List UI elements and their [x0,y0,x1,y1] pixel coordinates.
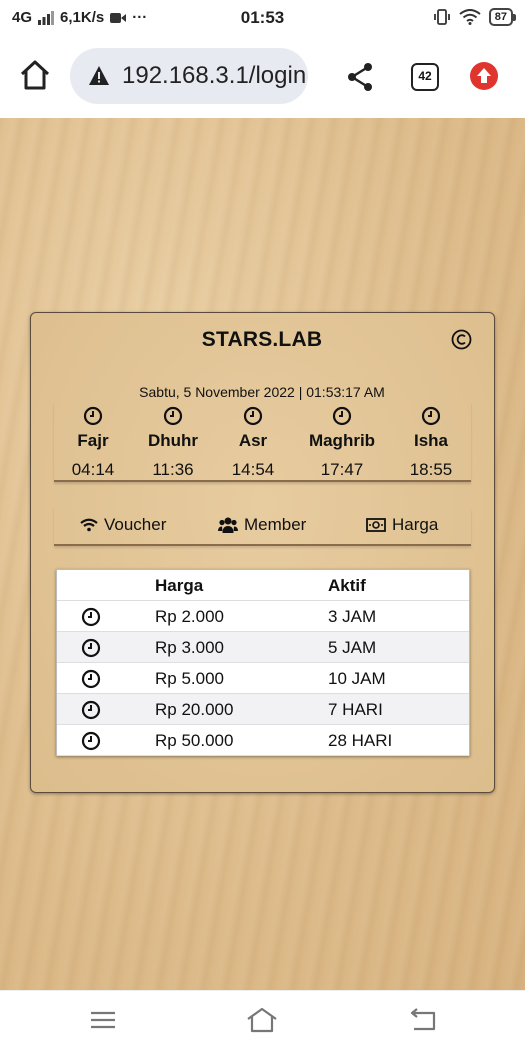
table-row: Rp 20.000 7 HARI [57,694,469,725]
clock-icon [332,406,352,426]
back-icon[interactable] [406,1005,438,1035]
prayer-time: 11:36 [152,460,194,479]
clock-icon [81,731,101,751]
row-aktif: 3 JAM [328,607,377,626]
prayer-time: 18:55 [409,460,453,479]
voucher-tab[interactable]: Voucher [80,515,166,535]
prayer-fajr: Fajr 04:14 [53,402,133,480]
clock-icon [81,669,101,689]
status-bar: 4G 6,1K/s ··· 01:53 87 [0,0,525,36]
prayer-times: Fajr 04:14 Dhuhr 11:36 Asr 14:54 Maghrib… [54,402,471,482]
copyright-icon[interactable] [451,329,472,350]
prayer-name: Dhuhr [147,431,199,450]
clock-icon [243,406,263,426]
row-harga: Rp 50.000 [155,731,234,750]
prayer-name: Asr [238,431,268,450]
row-aktif: 7 HARI [328,700,383,719]
battery-indicator: 87 [488,8,517,26]
wifi-icon [80,518,98,532]
clock-icon [81,700,101,720]
prayer-name: Isha [413,431,449,450]
member-label[interactable]: Member [244,515,306,535]
prayer-name: Maghrib [308,431,376,450]
url-bar[interactable]: 192.168.3.1/login [70,48,308,104]
current-datetime: Sabtu, 5 November 2022 | 01:53:17 AM [139,384,385,400]
prayer-time: 04:14 [71,460,115,479]
users-icon [218,517,238,533]
status-right: 87 [433,8,517,26]
prayer-isha: Isha 18:55 [391,402,471,480]
login-card: STARS.LAB Sabtu, 5 November 2022 | 01:53… [30,312,495,793]
table-row: Rp 2.000 3 JAM [57,601,469,632]
table-row: Rp 5.000 10 JAM [57,663,469,694]
prayer-name: Fajr [77,431,109,450]
url-text[interactable]: 192.168.3.1/login [122,62,306,90]
browser-toolbar: 192.168.3.1/login 42 [0,36,525,118]
home-nav-icon[interactable] [246,1005,278,1035]
system-nav-bar [0,990,525,1050]
clock-icon [81,638,101,658]
menu-icon[interactable] [87,1005,119,1035]
row-harga: Rp 3.000 [155,638,224,657]
home-icon[interactable] [18,58,52,92]
vibrate-icon [433,9,450,25]
clock-icon [81,607,101,627]
clock-icon [421,406,441,426]
header-aktif: Aktif [328,576,366,595]
prayer-asr: Asr 14:54 [213,402,293,480]
prayer-maghrib: Maghrib 17:47 [302,402,382,480]
row-harga: Rp 20.000 [155,700,234,719]
wifi-icon [459,9,481,25]
tabs-count-button[interactable]: 42 [411,63,439,91]
header-harga: Harga [155,576,204,595]
table-header: Harga Aktif [57,570,469,601]
prayer-time: 17:47 [320,460,364,479]
table-row: Rp 50.000 28 HARI [57,725,469,756]
row-aktif: 28 HARI [328,731,393,750]
member-tab[interactable]: Member [218,515,306,535]
web-page: STARS.LAB Sabtu, 5 November 2022 | 01:53… [0,118,525,990]
voucher-label[interactable]: Voucher [104,515,166,535]
harga-tab[interactable]: Harga [366,515,438,535]
prayer-dhuhr: Dhuhr 11:36 [133,402,213,480]
brand-title: STARS.LAB [201,328,323,351]
clock-icon [163,406,183,426]
warning-icon[interactable] [88,65,110,87]
table-row: Rp 3.000 5 JAM [57,632,469,663]
price-table: Harga Aktif Rp 2.000 3 JAM Rp 3.000 5 JA… [56,569,470,756]
share-icon[interactable] [346,62,374,92]
harga-label[interactable]: Harga [392,515,438,535]
row-aktif: 10 JAM [328,669,386,688]
prayer-time: 14:54 [231,460,275,479]
money-icon [366,518,386,532]
clock-icon [83,406,103,426]
row-aktif: 5 JAM [328,638,377,657]
menu-bar: Voucher Member Harga [54,508,471,546]
row-harga: Rp 2.000 [155,607,224,626]
row-harga: Rp 5.000 [155,669,224,688]
update-icon[interactable] [470,62,498,90]
